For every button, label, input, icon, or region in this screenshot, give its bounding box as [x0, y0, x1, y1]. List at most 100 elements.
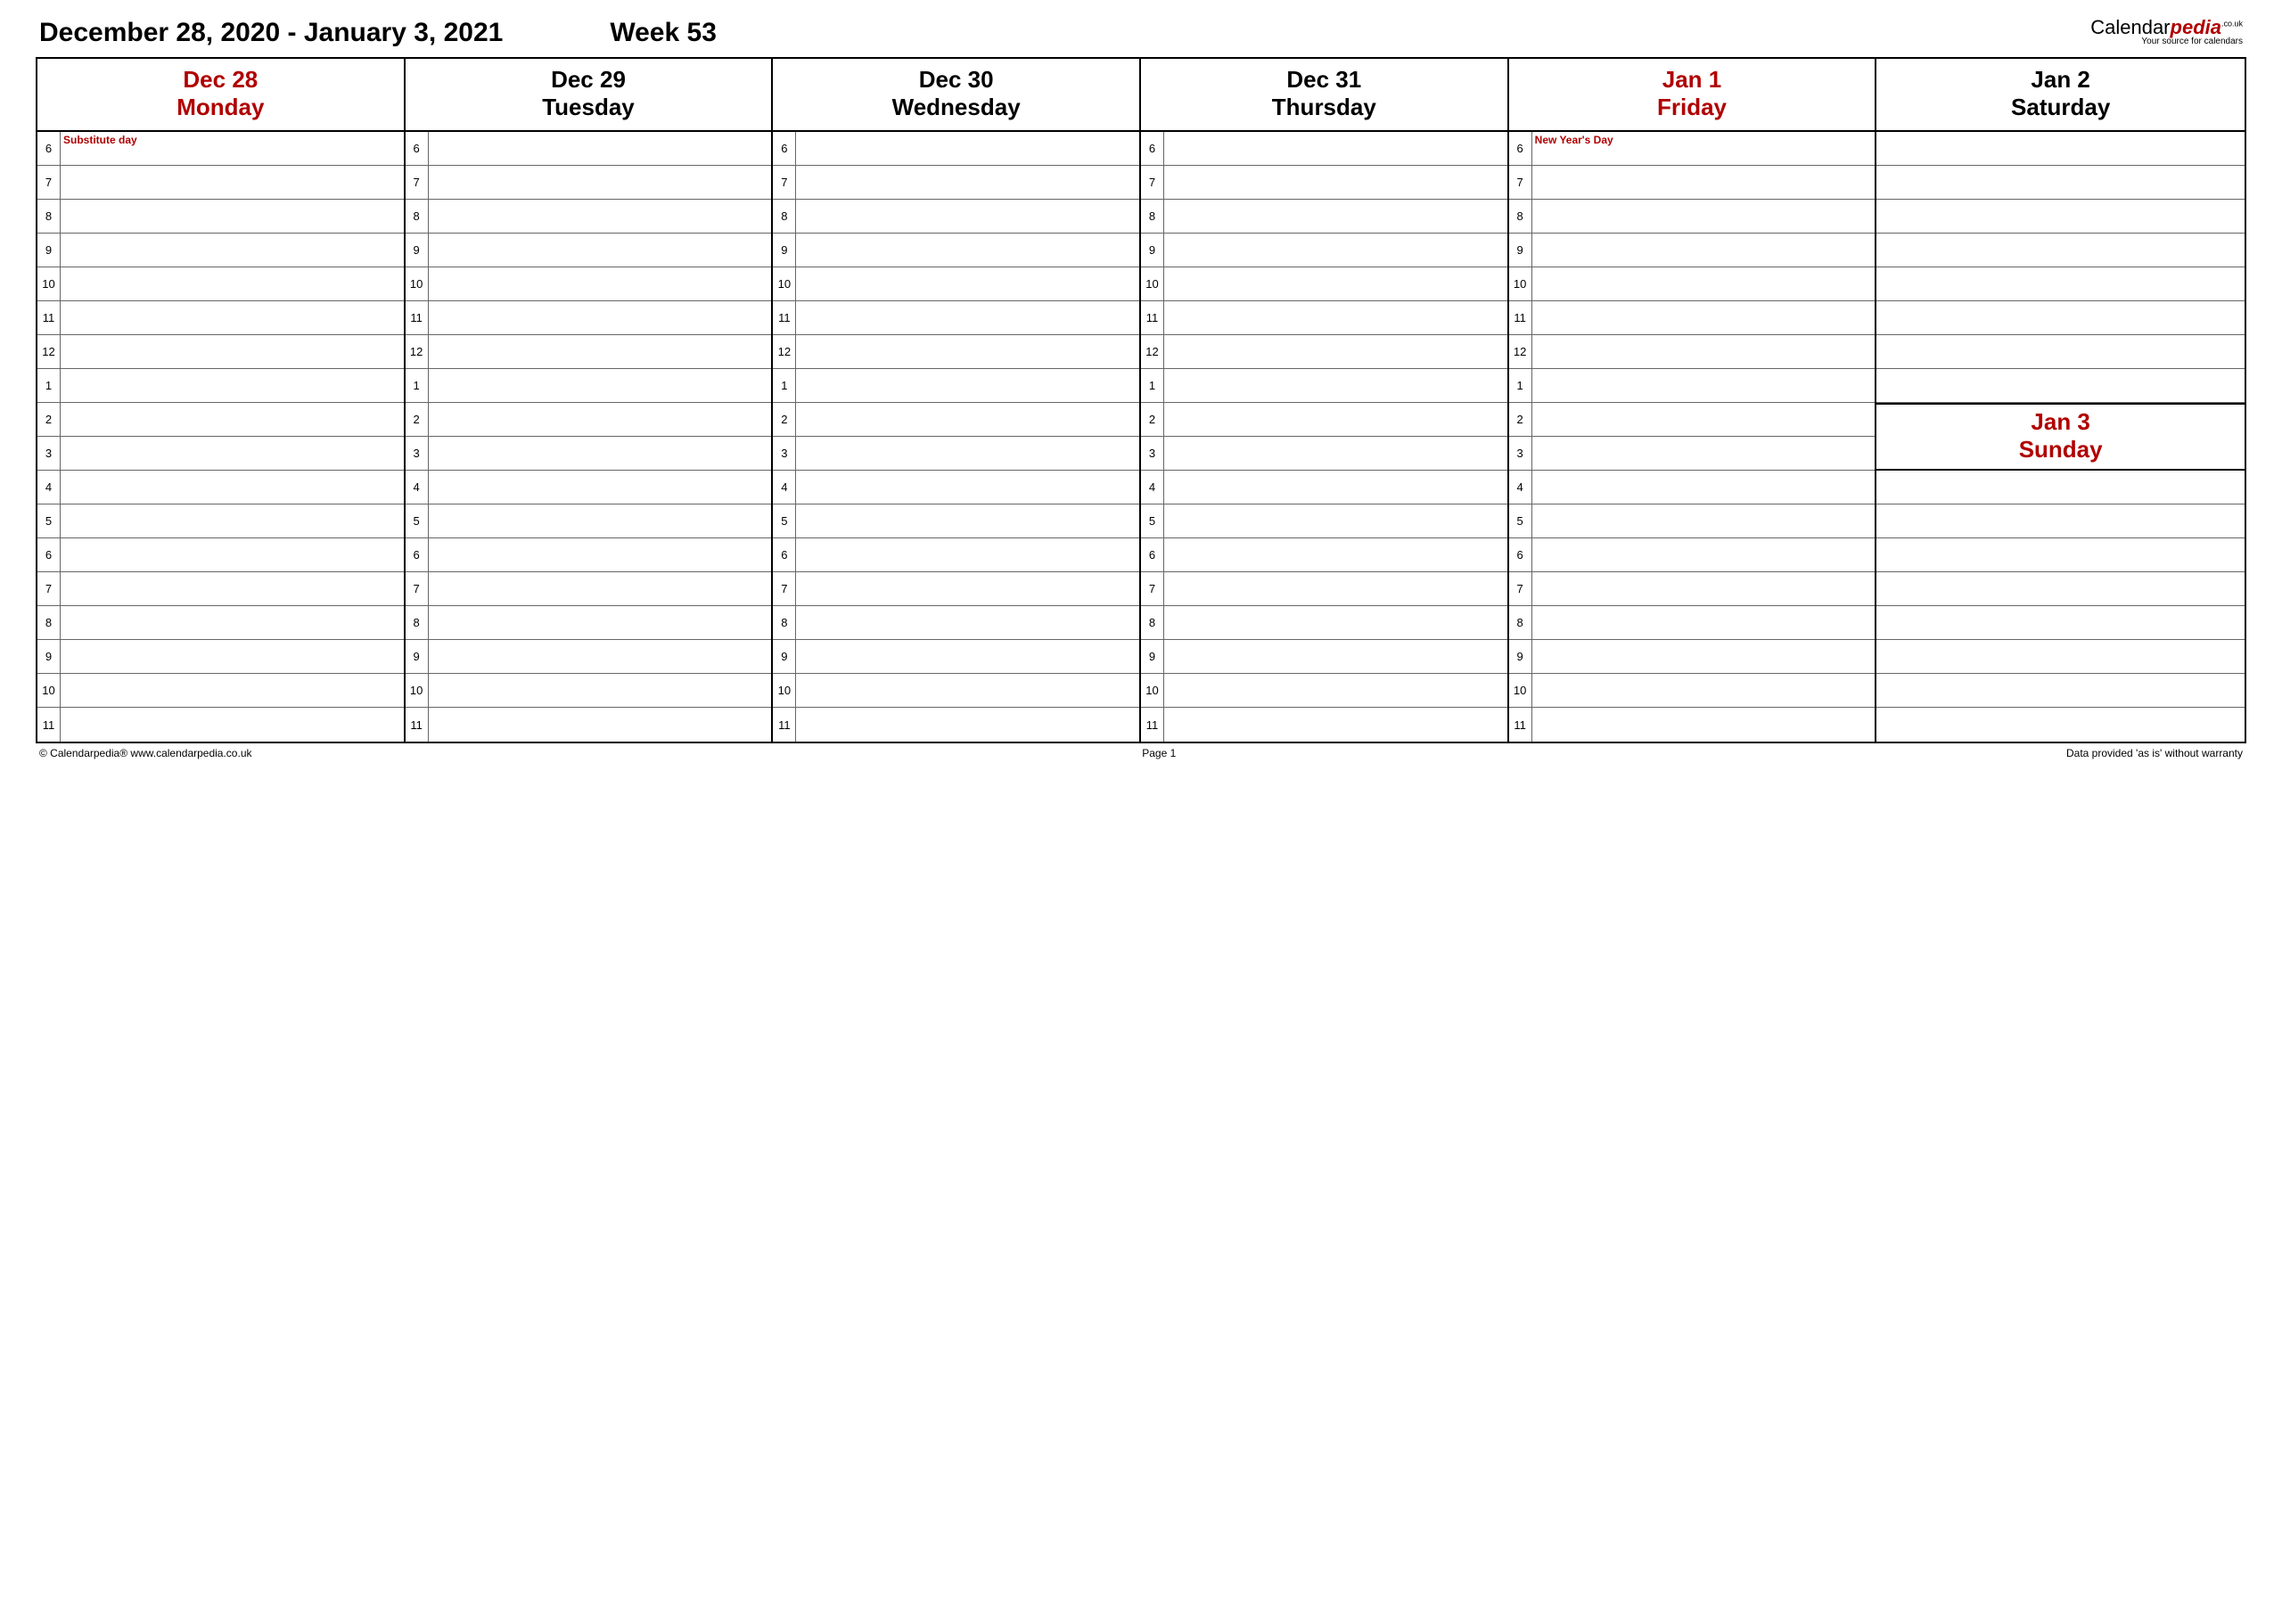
hour-event [796, 403, 1139, 436]
day-name: Saturday [1876, 94, 2245, 121]
hour-label: 10 [1141, 674, 1164, 707]
hour-slot: 4 [406, 471, 772, 504]
hour-slot: 5 [1509, 504, 1876, 538]
hour-slot: 6New Year's Day [1509, 132, 1876, 166]
day-header: Dec 31Thursday [1141, 59, 1507, 132]
hour-event [1164, 538, 1507, 571]
hour-event [61, 437, 404, 470]
hour-event [1532, 606, 1876, 639]
hour-slot: 4 [37, 471, 404, 504]
hour-label: 4 [1141, 471, 1164, 504]
hour-label: 8 [1509, 606, 1532, 639]
hour-event [61, 301, 404, 334]
hour-event: New Year's Day [1532, 132, 1876, 165]
hour-label: 5 [406, 504, 429, 537]
weekend-slot [1876, 471, 2245, 504]
day-date: Dec 28 [37, 66, 404, 94]
day-date: Jan 2 [1876, 66, 2245, 94]
weekend-column: Jan 2SaturdayJan 3Sunday [1876, 59, 2245, 742]
hour-slot: 12 [1509, 335, 1876, 369]
hour-label: 8 [1141, 200, 1164, 233]
hour-event [429, 708, 772, 742]
hour-slot: 2 [1509, 403, 1876, 437]
day-date: Jan 3 [1876, 408, 2245, 436]
hour-slot: 9 [1141, 234, 1507, 267]
logo-tagline: Your source for calendars [2090, 37, 2243, 46]
hour-slot: 6 [406, 538, 772, 572]
week-number: Week 53 [610, 18, 717, 48]
hour-event: Substitute day [61, 132, 404, 165]
hour-label: 11 [37, 301, 61, 334]
hour-slot: 7 [37, 572, 404, 606]
hour-event [1532, 301, 1876, 334]
hour-label: 6 [37, 132, 61, 165]
hour-label: 12 [1141, 335, 1164, 368]
footer-copyright: © Calendarpedia® www.calendarpedia.co.uk [39, 747, 252, 759]
hour-slot: 9 [1509, 640, 1876, 674]
hour-label: 8 [1141, 606, 1164, 639]
hour-label: 6 [406, 132, 429, 165]
hour-event [429, 640, 772, 673]
day-column: Jan 1Friday6New Year's Day78910111212345… [1509, 59, 1877, 742]
hour-slot: 3 [37, 437, 404, 471]
day-name: Monday [37, 94, 404, 121]
calendar-grid: Dec 28Monday6Substitute day7891011121234… [36, 57, 2246, 743]
hour-event [61, 234, 404, 267]
hour-label: 2 [406, 403, 429, 436]
hour-event [429, 267, 772, 300]
hour-slot: 6 [1509, 538, 1876, 572]
hour-label: 7 [773, 166, 796, 199]
hour-label: 8 [773, 606, 796, 639]
hour-event [1164, 403, 1507, 436]
weekend-slot [1876, 572, 2245, 606]
day-header: Dec 28Monday [37, 59, 404, 132]
hour-label: 10 [773, 674, 796, 707]
hour-slot: 1 [1509, 369, 1876, 403]
hour-label: 8 [406, 200, 429, 233]
hour-event [429, 572, 772, 605]
hour-label: 2 [773, 403, 796, 436]
hour-label: 9 [1509, 234, 1532, 267]
hour-event [429, 437, 772, 470]
hour-label: 9 [1141, 640, 1164, 673]
hour-label: 8 [406, 606, 429, 639]
day-name: Friday [1509, 94, 1876, 121]
hour-slot: 1 [773, 369, 1139, 403]
weekend-slot [1876, 267, 2245, 301]
hour-slot: 7 [773, 166, 1139, 200]
day-column: Dec 30Wednesday67891011121234567891011 [773, 59, 1141, 742]
day-date: Dec 30 [773, 66, 1139, 94]
hour-slot: 7 [37, 166, 404, 200]
hour-slot: 1 [1141, 369, 1507, 403]
hour-label: 12 [773, 335, 796, 368]
hour-slot: 11 [1509, 301, 1876, 335]
hour-label: 11 [1509, 301, 1532, 334]
hour-event [1164, 166, 1507, 199]
hour-label: 8 [773, 200, 796, 233]
day-header: Dec 29Tuesday [406, 59, 772, 132]
hour-slot: 7 [1141, 572, 1507, 606]
hour-event [1164, 301, 1507, 334]
hour-slot: 10 [37, 674, 404, 708]
hour-label: 10 [406, 674, 429, 707]
hour-event [1532, 640, 1876, 673]
hour-slot: 11 [773, 708, 1139, 742]
hour-slot: 9 [37, 234, 404, 267]
hour-event [429, 200, 772, 233]
hour-label: 9 [37, 640, 61, 673]
hour-event [61, 538, 404, 571]
hour-event [1164, 606, 1507, 639]
hour-slot: 7 [1141, 166, 1507, 200]
hour-label: 12 [1509, 335, 1532, 368]
hour-slot: 2 [406, 403, 772, 437]
hour-slot: 8 [37, 200, 404, 234]
hour-slot: 6 [773, 538, 1139, 572]
hour-event [1164, 369, 1507, 402]
hour-event [61, 369, 404, 402]
hour-event [1164, 708, 1507, 742]
hour-slot: 11 [1509, 708, 1876, 742]
hour-slot: 1 [406, 369, 772, 403]
day-header: Jan 2Saturday [1876, 59, 2245, 132]
hour-slot: 9 [37, 640, 404, 674]
day-date: Dec 31 [1141, 66, 1507, 94]
